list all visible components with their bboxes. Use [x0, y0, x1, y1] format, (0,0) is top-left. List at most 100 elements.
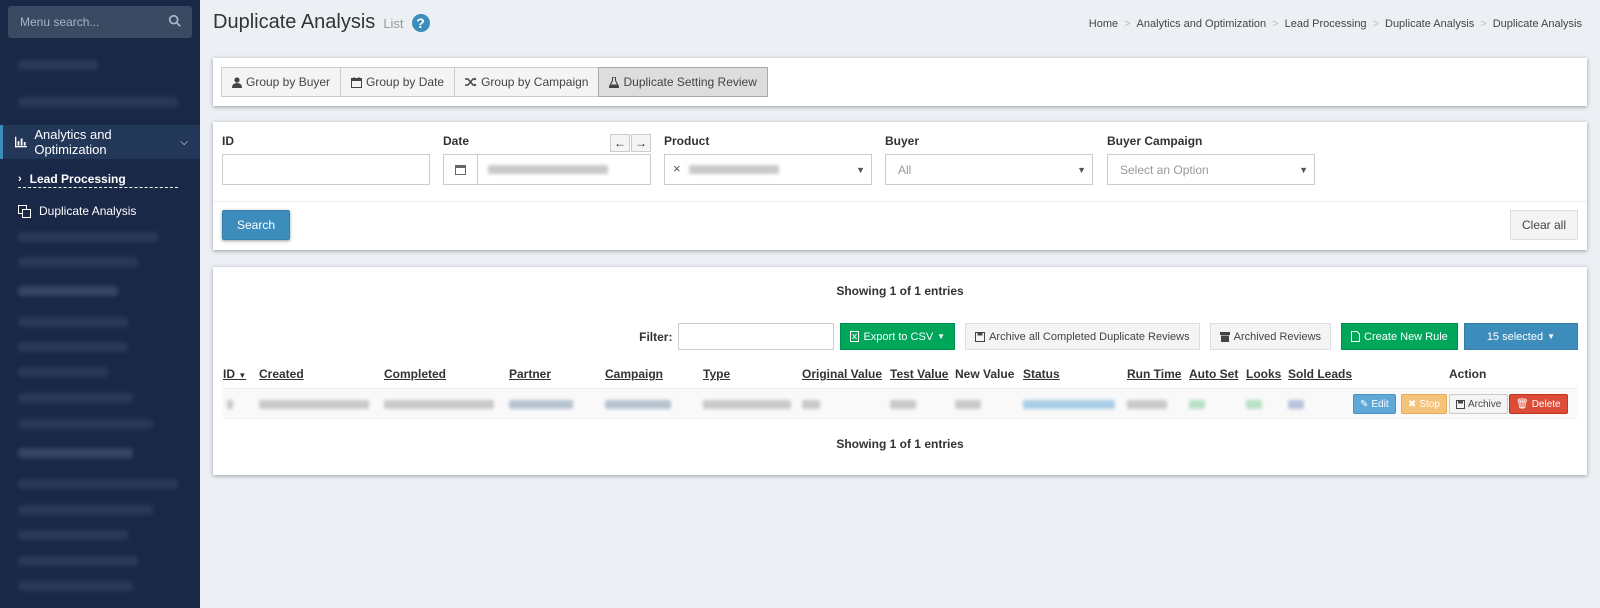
date-range-input[interactable]: [443, 154, 651, 185]
view-tabs: Group by Buyer Group by Date Group by Ca…: [221, 67, 768, 97]
sidebar-item-blurred[interactable]: [18, 342, 128, 352]
breadcrumb-lead-processing[interactable]: Lead Processing: [1285, 18, 1367, 30]
column-header-original-value[interactable]: Original Value: [802, 367, 882, 381]
breadcrumb: Home > Analytics and Optimization > Lead…: [1089, 18, 1582, 30]
help-icon[interactable]: ?: [411, 14, 430, 32]
file-icon: [1351, 331, 1361, 342]
results-panel: Showing 1 of 1 entries Filter: Export to…: [213, 267, 1587, 475]
tab-group-by-date[interactable]: Group by Date: [340, 67, 456, 97]
cell-original-value-redacted: [802, 400, 820, 409]
column-header-run-time[interactable]: Run Time: [1127, 367, 1181, 381]
column-header-test-value[interactable]: Test Value: [890, 367, 948, 381]
buyer-campaign-placeholder: Select an Option: [1120, 163, 1209, 177]
caret-down-icon: ▼: [856, 165, 865, 175]
sidebar-item-blurred[interactable]: [18, 317, 128, 327]
create-new-rule-button[interactable]: Create New Rule: [1341, 323, 1458, 350]
sidebar-item-lead-processing[interactable]: › Lead Processing: [18, 172, 126, 186]
archive-all-button[interactable]: Archive all Completed Duplicate Reviews: [965, 323, 1200, 350]
cell-id-redacted: [227, 400, 233, 409]
sidebar-item-blurred[interactable]: [18, 367, 108, 377]
tab-group-by-campaign[interactable]: Group by Campaign: [454, 67, 600, 97]
column-header-campaign[interactable]: Campaign: [605, 367, 663, 381]
stop-button[interactable]: ✖ Stop: [1401, 394, 1447, 414]
sidebar-item-blurred[interactable]: [18, 232, 158, 242]
buyer-label: Buyer: [885, 134, 920, 148]
sidebar-item-blurred[interactable]: [18, 60, 98, 70]
cell-campaign-redacted[interactable]: [605, 400, 671, 409]
sidebar-section-blurred: [18, 448, 133, 458]
menu-search-input[interactable]: Menu search...: [8, 6, 192, 38]
calendar-icon: [455, 165, 466, 175]
archived-reviews-button[interactable]: Archived Reviews: [1209, 323, 1332, 350]
caret-down-icon: ▼: [1299, 165, 1308, 175]
buyer-select[interactable]: All ▼: [885, 154, 1093, 185]
tab-label: Group by Campaign: [481, 75, 589, 89]
tab-label: Group by Date: [366, 75, 445, 89]
cell-status-redacted[interactable]: [1023, 400, 1115, 409]
column-header-partner[interactable]: Partner: [509, 367, 551, 381]
breadcrumb-separator: >: [1372, 18, 1379, 30]
tab-group-by-buyer[interactable]: Group by Buyer: [221, 67, 342, 97]
buyer-campaign-select[interactable]: Select an Option ▼: [1107, 154, 1315, 185]
showing-count-top: Showing 1 of 1 entries: [836, 284, 964, 298]
table-header: ID ▼ Created Completed Partner Campaign …: [213, 367, 1587, 383]
user-icon: [232, 76, 242, 88]
date-prev-button[interactable]: ←: [610, 134, 630, 152]
delete-button[interactable]: 🗑 Delete: [1509, 394, 1568, 414]
column-header-sold-leads[interactable]: Sold Leads: [1288, 367, 1352, 381]
export-csv-button[interactable]: Export to CSV ▼: [840, 323, 956, 350]
sidebar-item-analytics[interactable]: Analytics and Optimization ⌵: [0, 125, 200, 159]
breadcrumb-analytics[interactable]: Analytics and Optimization: [1137, 18, 1267, 30]
breadcrumb-duplicate-analysis[interactable]: Duplicate Analysis: [1385, 18, 1474, 30]
sidebar-item-blurred[interactable]: [18, 479, 178, 489]
sort-down-icon: ▼: [238, 371, 247, 380]
breadcrumb-home[interactable]: Home: [1089, 18, 1118, 30]
archived-reviews-label: Archived Reviews: [1233, 330, 1322, 343]
file-excel-icon: [850, 331, 860, 342]
edit-icon: ✎: [1360, 398, 1369, 410]
search-button[interactable]: Search: [222, 210, 291, 240]
export-csv-label: Export to CSV: [863, 330, 934, 343]
column-header-created[interactable]: Created: [259, 367, 304, 381]
bar-chart-icon: [15, 136, 28, 148]
divider: [213, 201, 1587, 202]
sidebar-item-blurred[interactable]: [18, 556, 138, 566]
clear-product-icon[interactable]: ×: [673, 161, 681, 176]
edit-button[interactable]: ✎ Edit: [1353, 394, 1396, 414]
columns-selected-label: 15 selected: [1486, 330, 1544, 343]
sidebar-item-blurred[interactable]: [18, 419, 153, 429]
sidebar-item-blurred[interactable]: [18, 581, 133, 591]
product-select[interactable]: × ▼: [664, 154, 872, 185]
columns-selected-dropdown[interactable]: 15 selected ▼: [1463, 323, 1578, 350]
edit-label: Edit: [1371, 398, 1389, 410]
sidebar-item-blurred[interactable]: [18, 505, 153, 515]
column-header-looks[interactable]: Looks: [1246, 367, 1281, 381]
sidebar-item-blurred[interactable]: [18, 393, 133, 403]
chevron-right-icon: ›: [18, 173, 22, 185]
close-icon: ✖: [1408, 398, 1417, 410]
id-input[interactable]: [222, 154, 430, 185]
column-header-completed[interactable]: Completed: [384, 367, 446, 381]
column-header-status[interactable]: Status: [1023, 367, 1060, 381]
sidebar-item-blurred[interactable]: [18, 97, 178, 107]
sidebar-item-blurred[interactable]: [18, 530, 128, 540]
cell-partner-redacted[interactable]: [509, 400, 573, 409]
clear-all-button[interactable]: Clear all: [1509, 210, 1578, 240]
tab-duplicate-setting-review[interactable]: Duplicate Setting Review: [598, 67, 768, 97]
column-header-auto-set[interactable]: Auto Set: [1189, 367, 1238, 381]
filter-label: Filter:: [639, 329, 673, 344]
sidebar-item-duplicate-analysis[interactable]: Duplicate Analysis: [18, 204, 136, 218]
column-header-id[interactable]: ID ▼: [223, 367, 246, 381]
cell-sold-leads-redacted: [1288, 400, 1304, 409]
date-picker-button[interactable]: [444, 155, 478, 184]
breadcrumb-separator: >: [1480, 18, 1487, 30]
date-next-button[interactable]: →: [631, 134, 651, 152]
filter-input[interactable]: [678, 323, 835, 350]
cell-auto-set-redacted: [1189, 400, 1205, 409]
table-toolbar: Filter: Export to CSV ▼ Archive all Comp…: [639, 323, 1578, 350]
flask-icon: [609, 76, 620, 88]
column-header-type[interactable]: Type: [703, 367, 730, 381]
sidebar-item-blurred[interactable]: [18, 257, 138, 267]
id-label: ID: [222, 134, 234, 148]
archive-button[interactable]: Archive: [1449, 394, 1509, 414]
